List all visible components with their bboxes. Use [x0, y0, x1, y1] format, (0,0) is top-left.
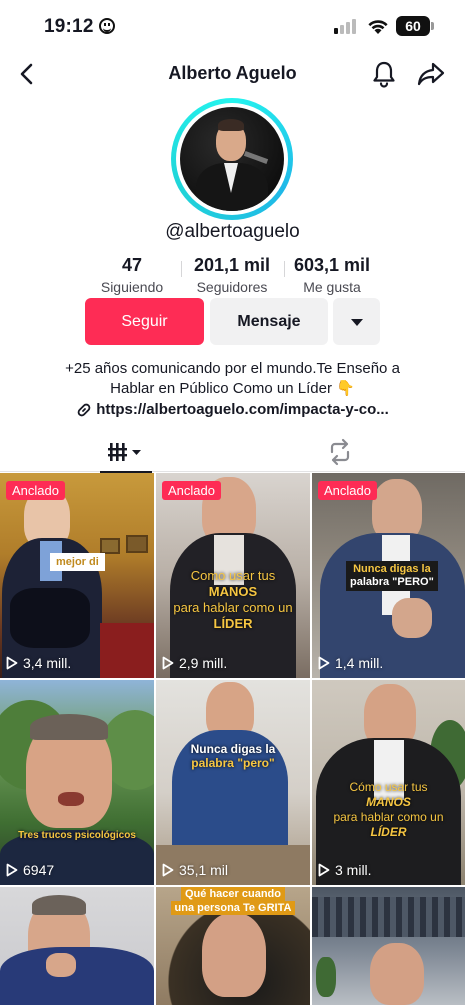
follow-button[interactable]: Seguir: [85, 298, 204, 345]
bio-line: +25 años comunicando por el mundo.Te Ens…: [65, 360, 400, 377]
caption-line: MANOS: [208, 584, 258, 599]
video-caption: Nunca digas la palabra "PERO": [346, 561, 438, 591]
suggested-accounts-button[interactable]: [333, 298, 380, 345]
following-count: 47: [121, 255, 143, 275]
likes-count: 603,1 mil: [293, 255, 371, 275]
smiley-icon: [99, 18, 115, 34]
avatar: [180, 107, 284, 211]
bio-line: Hablar en Público Como un Líder 👇: [110, 380, 355, 397]
video-thumbnail[interactable]: Anclado Como usar tus MANOS para hablar …: [156, 473, 310, 678]
caption-line: una persona Te GRITA: [170, 901, 296, 915]
profile-handle: @albertoaguelo: [165, 221, 300, 242]
view-count: 3 mill.: [318, 862, 372, 878]
view-count-text: 6947: [23, 862, 55, 878]
grid-icon: [108, 443, 141, 461]
video-thumbnail[interactable]: [0, 887, 154, 1005]
wifi-icon: [368, 20, 388, 34]
stat-divider: [181, 261, 182, 277]
battery-level: 60: [405, 18, 421, 34]
play-icon: [318, 863, 330, 877]
video-caption: Qué hacer cuando una persona Te GRITA: [164, 887, 302, 915]
video-thumbnail[interactable]: Nunca digas la palabra "pero" 35,1 mil: [156, 680, 310, 885]
video-thumbnail[interactable]: Tres trucos psicológicos 6947: [0, 680, 154, 885]
caption-line: MANOS: [366, 795, 411, 809]
video-thumbnail[interactable]: Cómo usar tus MANOS para hablar como un …: [312, 680, 465, 885]
view-count: 6947: [6, 862, 54, 878]
caption-line: Nunca digas la: [190, 742, 276, 756]
stat-followers[interactable]: 201,1 mil Seguidores: [187, 255, 277, 295]
pinned-badge: Anclado: [6, 481, 65, 500]
play-icon: [162, 863, 174, 877]
view-count: 1,4 mill.: [318, 655, 383, 671]
video-caption: Tres trucos psicológicos: [18, 830, 136, 841]
cellular-signal-icon: [334, 18, 360, 34]
battery-indicator: 60: [396, 16, 434, 36]
followers-count: 201,1 mil: [193, 255, 271, 275]
profile-header: Alberto Aguelo: [0, 52, 465, 96]
bell-icon[interactable]: [370, 60, 398, 88]
stat-likes[interactable]: 603,1 mil Me gusta: [287, 255, 377, 295]
caption-line: LÍDER: [370, 825, 407, 839]
link-icon: [77, 403, 91, 417]
video-thumbnail[interactable]: [312, 887, 465, 1005]
video-grid: Anclado mejor di 3,4 mill. Anclado Como …: [0, 473, 465, 1005]
avatar-story-ring[interactable]: [171, 98, 293, 220]
status-bar: 19:12 60: [0, 0, 465, 52]
view-count-text: 3 mill.: [335, 862, 372, 878]
tab-videos[interactable]: [100, 432, 152, 473]
profile-bio: +25 años comunicando por el mundo.Te Ens…: [30, 359, 435, 399]
stat-following[interactable]: 47 Siguiendo: [96, 255, 168, 295]
caption-line: Cómo usar tus: [349, 780, 428, 794]
bio-link[interactable]: https://albertoaguelo.com/impacta-y-co..…: [0, 401, 465, 418]
caption-line: palabra "pero": [191, 756, 275, 770]
followers-label: Seguidores: [196, 279, 268, 295]
video-caption: Como usar tus MANOS para hablar como un …: [156, 568, 310, 632]
caret-down-icon: [351, 319, 363, 326]
content-tabs: [0, 432, 465, 473]
video-thumbnail[interactable]: Qué hacer cuando una persona Te GRITA: [156, 887, 310, 1005]
caption-line: LÍDER: [213, 616, 253, 631]
play-icon: [318, 656, 330, 670]
view-count-text: 1,4 mill.: [335, 655, 384, 671]
caption-line: Como usar tus: [190, 568, 276, 583]
caption-line: palabra "PERO": [350, 576, 434, 588]
view-count-text: 3,4 mill.: [23, 655, 72, 671]
share-icon[interactable]: [416, 60, 446, 88]
view-count-text: 2,9 mill.: [179, 655, 228, 671]
video-caption: mejor di: [50, 553, 105, 571]
pinned-badge: Anclado: [318, 481, 377, 500]
view-count: 2,9 mill.: [162, 655, 227, 671]
video-caption: Cómo usar tus MANOS para hablar como un …: [312, 780, 465, 840]
video-caption: Nunca digas la palabra "pero": [156, 742, 310, 770]
message-button[interactable]: Mensaje: [210, 298, 328, 345]
pinned-badge: Anclado: [162, 481, 221, 500]
caption-line: Nunca digas la: [353, 563, 431, 575]
bio-link-text: https://albertoaguelo.com/impacta-y-co..…: [96, 401, 389, 418]
stat-divider: [284, 261, 285, 277]
caption-line: para hablar como un: [173, 600, 293, 615]
likes-label: Me gusta: [303, 279, 361, 295]
following-label: Siguiendo: [100, 279, 164, 295]
view-count: 3,4 mill.: [6, 655, 71, 671]
play-icon: [162, 656, 174, 670]
play-icon: [6, 863, 18, 877]
status-time: 19:12: [44, 16, 94, 37]
view-count: 35,1 mil: [162, 862, 228, 878]
repost-icon[interactable]: [326, 438, 354, 466]
video-thumbnail[interactable]: Anclado Nunca digas la palabra "PERO" 1,…: [312, 473, 465, 678]
caption-line: para hablar como un: [333, 810, 444, 824]
play-icon: [6, 656, 18, 670]
video-thumbnail[interactable]: Anclado mejor di 3,4 mill.: [0, 473, 154, 678]
profile-stats: 47 Siguiendo 201,1 mil Seguidores 603,1 …: [0, 255, 465, 297]
view-count-text: 35,1 mil: [179, 862, 229, 878]
caption-line: Qué hacer cuando: [181, 887, 285, 901]
